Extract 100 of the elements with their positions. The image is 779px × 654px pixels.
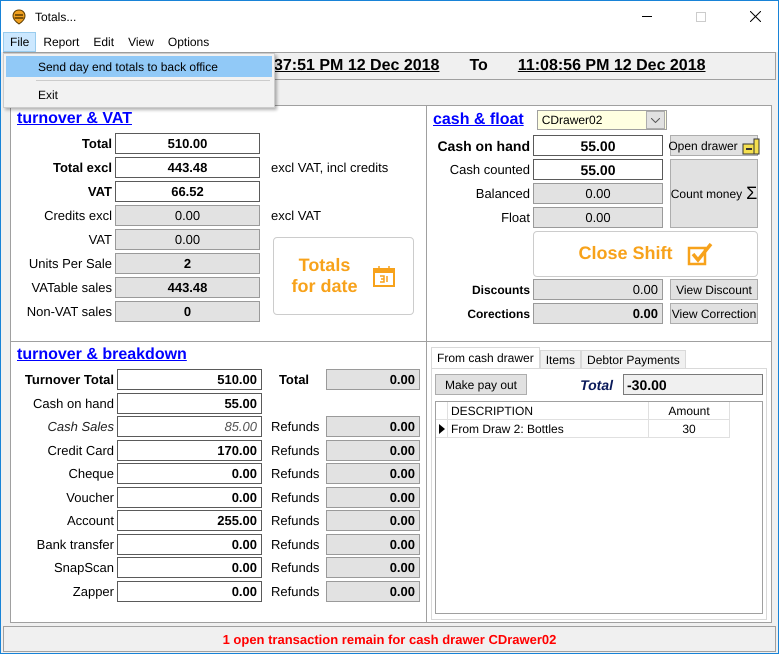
- period-start: 37:51 PM 12 Dec 2018: [274, 57, 440, 75]
- value-field: 0.00: [117, 463, 262, 484]
- field-label: Refunds: [270, 419, 317, 434]
- field-note: excl VAT, incl credits: [270, 160, 390, 175]
- app-icon: [11, 8, 27, 24]
- field-label: Balanced: [474, 186, 530, 201]
- section-title: turnover & breakdown: [17, 346, 187, 363]
- section-title: cash & float: [433, 111, 524, 129]
- drawer-icon: [742, 136, 760, 154]
- value-field: 0.00: [533, 207, 663, 228]
- tab[interactable]: Debtor Payments: [581, 350, 686, 368]
- table-cell: From Draw 2: Bottles: [448, 420, 649, 438]
- field-label: Refunds: [270, 490, 317, 504]
- status-bar: 1 open transaction remain for cash drawer CDrawer02: [3, 626, 776, 652]
- value-field: 2: [115, 253, 260, 274]
- column-header: Amount: [649, 402, 730, 420]
- field-label: Account: [66, 513, 114, 528]
- field-label: Credit Card: [46, 442, 114, 458]
- field-label: Discounts: [470, 282, 530, 296]
- value-field: 0.00: [326, 534, 420, 554]
- field-label: Float: [500, 210, 530, 225]
- field-label: Credits excl: [43, 208, 112, 223]
- view-button[interactable]: View Correction: [670, 303, 758, 324]
- value-field: 0.00: [117, 534, 262, 554]
- field-label: Units Per Sale: [28, 256, 112, 271]
- field-label: SnapScan: [53, 560, 114, 575]
- value-field: 443.48: [115, 277, 260, 298]
- value-field: 0.00: [326, 557, 420, 578]
- value-field: 55.00: [533, 159, 663, 180]
- close-icon: [750, 11, 760, 22]
- field-label: VAT: [86, 184, 112, 199]
- field-label: Total excl: [52, 160, 112, 175]
- field-label: Non-VAT sales: [26, 304, 112, 319]
- field-label: Refunds: [270, 513, 317, 528]
- value-field: 0: [115, 301, 260, 322]
- value-field: 66.52: [115, 181, 260, 202]
- value-field: 510.00: [115, 133, 260, 154]
- chevron-down-icon: [650, 118, 660, 122]
- value-field: 0.00: [533, 279, 663, 300]
- menu-entry[interactable]: Send day end totals to back office: [6, 56, 272, 77]
- field-label: Bank transfer: [36, 536, 114, 552]
- menu-entry[interactable]: Exit: [6, 84, 272, 105]
- value-field: 0.00: [326, 369, 420, 390]
- calendar-icon: [372, 264, 396, 288]
- menu-item[interactable]: Options: [160, 32, 216, 52]
- view-button[interactable]: View Discount: [670, 279, 758, 300]
- field-label: Voucher: [65, 490, 114, 504]
- field-label: VAT: [88, 232, 112, 247]
- field-label: Corections: [466, 306, 530, 320]
- field-label: Cash on hand: [32, 396, 114, 410]
- value-field: 0.00: [326, 416, 420, 437]
- value-field: 0.00: [117, 557, 262, 578]
- open-drawer-button[interactable]: Open drawer: [670, 135, 758, 156]
- value-field: 55.00: [533, 135, 663, 156]
- value-field: 0.00: [115, 229, 260, 250]
- value-field: 0.00: [533, 303, 663, 324]
- field-label: Zapper: [72, 584, 114, 598]
- menu-item[interactable]: File: [3, 32, 36, 52]
- window-title: Totals...: [35, 10, 78, 24]
- maximize-icon: [696, 12, 706, 22]
- make-pay-out-button[interactable]: Make pay out: [435, 374, 527, 395]
- minimize-icon: [642, 16, 652, 17]
- value-field: 170.00: [117, 440, 262, 460]
- section-title: turnover & VAT: [17, 110, 132, 127]
- value-field: 510.00: [117, 369, 262, 390]
- column-header: DESCRIPTION: [448, 402, 649, 420]
- field-label: Refunds: [270, 584, 317, 598]
- value-field: 0.00: [326, 463, 420, 484]
- value-field: 0.00: [117, 580, 262, 602]
- drawer-dropdown[interactable]: CDrawer02: [536, 110, 667, 130]
- field-label: Refunds: [270, 560, 317, 575]
- menu-item[interactable]: View: [121, 32, 161, 52]
- tab[interactable]: From cash drawer: [431, 347, 540, 368]
- field-label: Total: [278, 372, 310, 387]
- value-field: 0.00: [115, 205, 260, 226]
- value-field: 255.00: [117, 510, 262, 531]
- period-end: 11:08:56 PM 12 Dec 2018: [518, 57, 706, 75]
- total-label: Total: [580, 376, 613, 392]
- value-field: 55.00: [117, 392, 262, 414]
- value-field: 0.00: [117, 486, 262, 508]
- menu-item[interactable]: Edit: [86, 32, 122, 52]
- field-label: Refunds: [270, 442, 317, 458]
- value-field: 0.00: [326, 440, 420, 460]
- field-label: Total: [80, 136, 112, 151]
- total-field: -30.00: [623, 374, 763, 395]
- menu-item[interactable]: Report: [36, 32, 86, 52]
- table-cell: 30: [649, 420, 730, 438]
- count-money-button[interactable]: Count money Σ: [670, 159, 758, 228]
- value-field: 85.00: [117, 416, 262, 437]
- period-separator: To: [469, 57, 488, 75]
- value-field: 0.00: [326, 580, 420, 602]
- value-field: 0.00: [533, 183, 663, 204]
- field-label: Cash Sales: [46, 419, 114, 434]
- tab[interactable]: Items: [540, 350, 582, 368]
- field-label: Refunds: [270, 466, 317, 481]
- field-label: Cheque: [67, 466, 114, 481]
- checkbox-icon: [686, 242, 712, 266]
- value-field: 443.48: [115, 157, 260, 178]
- field-label: VATable sales: [30, 280, 112, 295]
- field-label: Cash on hand: [436, 138, 530, 154]
